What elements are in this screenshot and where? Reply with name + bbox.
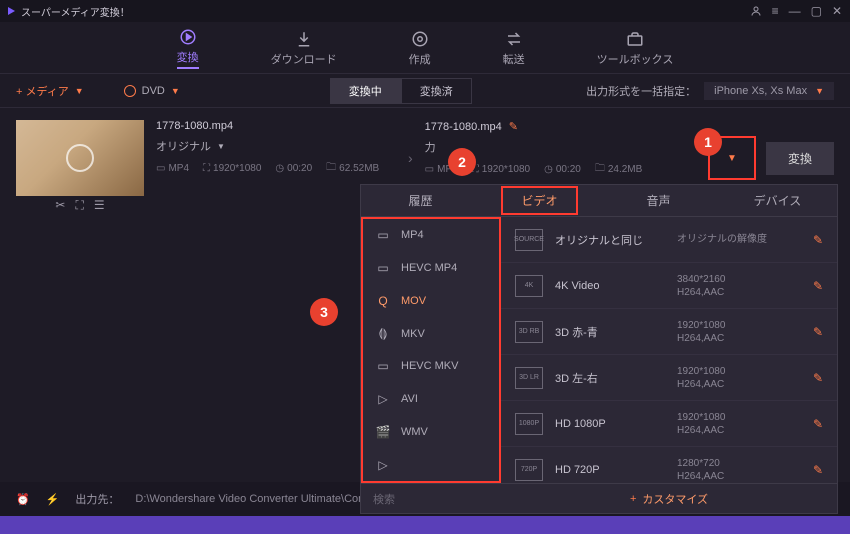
preset-row[interactable]: 720P HD 720P 1280*720H264,AAC ✎ bbox=[501, 447, 837, 483]
edit-icon[interactable]: ✎ bbox=[813, 325, 823, 339]
nav-transfer[interactable]: 転送 bbox=[491, 25, 537, 71]
output-format-select[interactable]: iPhone Xs, Xs Max ▼ bbox=[704, 82, 834, 100]
transfer-icon bbox=[505, 29, 523, 49]
output-format-label: 出力形式を一括指定： bbox=[586, 83, 696, 99]
clapper-icon: 🎬 bbox=[375, 426, 391, 438]
chevron-down-icon: ▼ bbox=[171, 86, 180, 96]
film-icon: ▭ bbox=[375, 229, 391, 241]
edit-icon[interactable]: ✎ bbox=[813, 417, 823, 431]
main-nav: 変換 ダウンロード 作成 転送 ツールボックス bbox=[0, 22, 850, 74]
preset-row[interactable]: SOURCE オリジナルと同じ オリジナルの解像度 ✎ bbox=[501, 217, 837, 263]
film-icon: ▭ bbox=[375, 360, 391, 372]
callout-3: 3 bbox=[310, 298, 338, 326]
callout-2: 2 bbox=[448, 148, 476, 176]
panel-tab-device[interactable]: デバイス bbox=[718, 185, 837, 216]
panel-tab-history[interactable]: 履歴 bbox=[361, 185, 480, 216]
output-size: 🗀 24.2MB bbox=[595, 161, 642, 178]
film-icon: ▭ bbox=[375, 262, 391, 274]
preset-icon: 720P bbox=[515, 459, 543, 481]
titlebar: スーパーメディア変換！ ≡ — ▢ ✕ bbox=[0, 0, 850, 22]
source-duration: ◷ 00:20 bbox=[275, 163, 312, 174]
panel-tab-video[interactable]: ビデオ bbox=[480, 185, 599, 216]
edit-icon[interactable]: ✎ bbox=[813, 279, 823, 293]
preset-icon: 4K bbox=[515, 275, 543, 297]
nav-download[interactable]: ダウンロード bbox=[259, 25, 349, 71]
close-button[interactable]: ✕ bbox=[832, 4, 842, 18]
format-hevc-mp4[interactable]: ▭HEVC MP4 bbox=[363, 252, 499, 285]
format-mov[interactable]: QMOV bbox=[363, 285, 499, 318]
panel-tab-audio[interactable]: 音声 bbox=[599, 185, 718, 216]
film-icon: ⟬⟭ bbox=[375, 328, 391, 340]
dvd-icon bbox=[124, 85, 136, 97]
edit-icon[interactable]: ✎ bbox=[813, 233, 823, 247]
menu-icon[interactable]: ≡ bbox=[772, 4, 779, 18]
caret-down-icon: ▼ bbox=[727, 153, 737, 164]
edit-icon[interactable]: ✎ bbox=[813, 463, 823, 477]
video-thumbnail[interactable] bbox=[16, 120, 144, 196]
output-path[interactable]: D:\Wondershare Video Converter Ultimate\… bbox=[135, 493, 364, 505]
gpu-icon[interactable]: ⚡ bbox=[46, 493, 60, 506]
trim-icon[interactable]: ✂ bbox=[55, 198, 65, 216]
format-list: ▭MP4 ▭HEVC MP4 QMOV ⟬⟭MKV ▭HEVC MKV ▷AVI… bbox=[361, 217, 501, 483]
format-wmv[interactable]: 🎬WMV bbox=[363, 416, 499, 449]
format-panel: 履歴 ビデオ 音声 デバイス ▭MP4 ▭HEVC MP4 QMOV ⟬⟭MKV… bbox=[360, 184, 838, 514]
download-icon bbox=[295, 29, 313, 49]
app-logo-icon bbox=[8, 7, 15, 15]
dvd-button[interactable]: DVD ▼ bbox=[124, 85, 180, 97]
preset-icon: 3D LR bbox=[515, 367, 543, 389]
purple-strip bbox=[0, 516, 850, 534]
source-resolution: ⛶ 1920*1080 bbox=[203, 163, 261, 174]
nav-toolbox[interactable]: ツールボックス bbox=[585, 25, 686, 71]
toolbar: + メディア ▼ DVD ▼ 変換中 変換済 出力形式を一括指定： iPhone… bbox=[0, 74, 850, 108]
format-hevc-mkv[interactable]: ▭HEVC MKV bbox=[363, 350, 499, 383]
nav-convert[interactable]: 変換 bbox=[165, 23, 211, 73]
chevron-down-icon: ▼ bbox=[815, 86, 824, 96]
source-size: 🗀 62.52MB bbox=[326, 160, 379, 177]
play-icon: ▷ bbox=[375, 393, 391, 405]
preset-icon: SOURCE bbox=[515, 229, 543, 251]
source-subtitle: オリジナル ▼ bbox=[156, 138, 396, 154]
format-mp4[interactable]: ▭MP4 bbox=[363, 219, 499, 252]
search-input[interactable]: 検索 bbox=[361, 491, 501, 507]
customize-button[interactable]: + カスタマイズ bbox=[501, 491, 837, 507]
preset-row[interactable]: 3D LR 3D 左-右 1920*1080H264,AAC ✎ bbox=[501, 355, 837, 401]
user-icon[interactable] bbox=[750, 5, 762, 17]
chevron-down-icon[interactable]: ▼ bbox=[217, 142, 225, 151]
output-label: 出力先： bbox=[75, 491, 119, 507]
preset-row[interactable]: 3D RB 3D 赤-青 1920*1080H264,AAC ✎ bbox=[501, 309, 837, 355]
preset-row[interactable]: 1080P HD 1080P 1920*1080H264,AAC ✎ bbox=[501, 401, 837, 447]
callout-1: 1 bbox=[694, 128, 722, 156]
format-mkv[interactable]: ⟬⟭MKV bbox=[363, 317, 499, 350]
edit-icon[interactable]: ✎ bbox=[509, 121, 518, 133]
source-filename: 1778-1080.mp4 bbox=[156, 120, 396, 132]
output-filename: 1778-1080.mp4 ✎ bbox=[425, 120, 675, 133]
nav-create[interactable]: 作成 bbox=[397, 25, 443, 71]
toolbox-icon bbox=[626, 29, 644, 49]
edit-icon[interactable]: ✎ bbox=[813, 371, 823, 385]
quicktime-icon: Q bbox=[375, 295, 391, 307]
minimize-button[interactable]: — bbox=[789, 4, 801, 18]
app-title: スーパーメディア変換！ bbox=[21, 4, 130, 19]
format-avi[interactable]: ▷AVI bbox=[363, 383, 499, 416]
output-resolution: ⛶ 1920*1080 bbox=[472, 164, 530, 175]
alarm-icon[interactable]: ⏰ bbox=[16, 493, 30, 506]
format-more[interactable]: ▷ bbox=[363, 448, 499, 481]
tab-converting[interactable]: 変換中 bbox=[330, 78, 401, 104]
output-duration: ◷ 00:20 bbox=[544, 164, 581, 175]
plus-icon: + bbox=[630, 493, 636, 505]
maximize-button[interactable]: ▢ bbox=[811, 4, 822, 18]
preset-row[interactable]: 4K 4K Video 3840*2160H264,AAC ✎ bbox=[501, 263, 837, 309]
chevron-down-icon: ▼ bbox=[75, 86, 84, 96]
convert-icon bbox=[179, 27, 197, 47]
effects-icon[interactable]: ☰ bbox=[94, 198, 105, 216]
preset-list: SOURCE オリジナルと同じ オリジナルの解像度 ✎ 4K 4K Video … bbox=[501, 217, 837, 483]
convert-button[interactable]: 変換 bbox=[766, 142, 834, 175]
crop-icon[interactable]: ⛶ bbox=[75, 198, 83, 216]
create-icon bbox=[411, 29, 429, 49]
preset-icon: 3D RB bbox=[515, 321, 543, 343]
tab-converted[interactable]: 変換済 bbox=[401, 78, 472, 104]
source-format: ▭ MP4 bbox=[156, 163, 189, 174]
add-media-button[interactable]: + メディア ▼ bbox=[16, 83, 84, 99]
preset-icon: 1080P bbox=[515, 413, 543, 435]
